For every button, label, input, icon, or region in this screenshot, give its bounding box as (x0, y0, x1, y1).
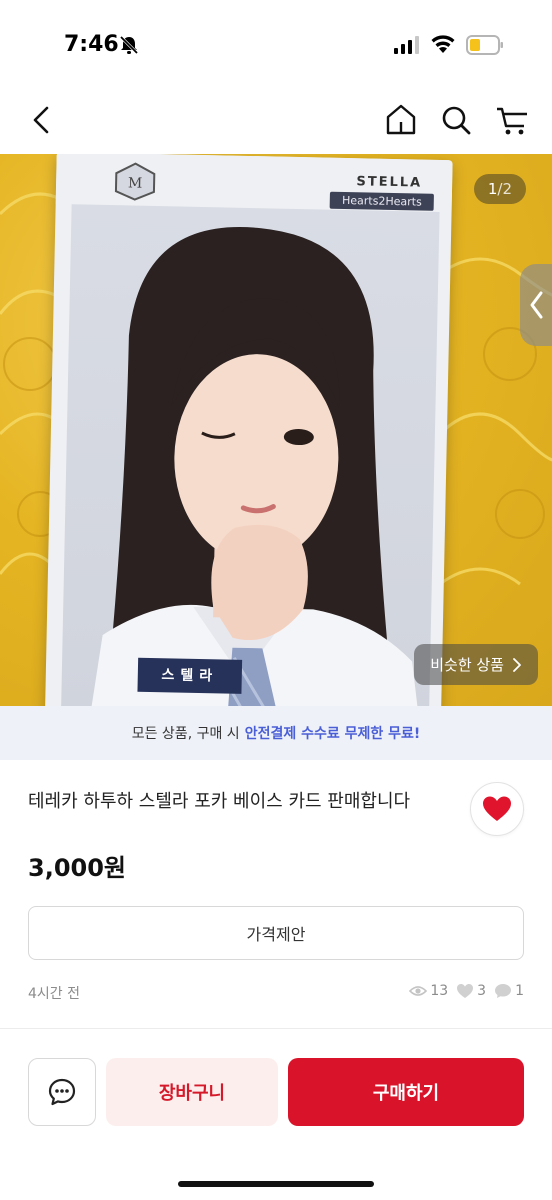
card-nametag: 스텔라 (137, 657, 243, 694)
chat-button[interactable] (28, 1058, 96, 1126)
svg-text:M: M (128, 175, 143, 191)
banner-highlight: 안전결제 수수료 무제한 무료! (244, 726, 421, 742)
chats-count: 1 (515, 983, 524, 999)
banner-text: 모든 상품, 구매 시 (131, 726, 240, 742)
chat-icon (48, 1078, 76, 1106)
wifi-icon (431, 35, 455, 53)
likes-stat: 3 (456, 983, 486, 999)
card-portrait: 스텔라 (59, 204, 440, 706)
photo-counter: 1/2 (473, 174, 526, 204)
product-title: 테레카 하투하 스텔라 포카 베이스 카드 판매합니다 (28, 791, 411, 812)
photocard-header: M STELLA Hearts2Hearts (55, 154, 453, 213)
photo-counter-current: 1 (487, 180, 498, 198)
card-group-name: Hearts2Hearts (329, 191, 434, 211)
chats-stat: 1 (494, 983, 524, 999)
add-to-cart-button[interactable]: 장바구니 (106, 1058, 278, 1126)
price-offer-button[interactable]: 가격제안 (28, 906, 524, 960)
photocard: M STELLA Hearts2Hearts 스텔라 (43, 154, 453, 706)
chat-bubble-icon (495, 984, 512, 998)
posted-time: 4시간 전 (28, 986, 80, 1002)
cellular-signal-icon (394, 36, 419, 54)
product-photo-carousel[interactable]: M STELLA Hearts2Hearts 스텔라 1/2 비슷한 상품 (0, 154, 552, 706)
side-panel-handle[interactable] (520, 264, 552, 346)
heart-outline-icon (457, 984, 474, 998)
eye-icon (409, 986, 428, 996)
card-logo-icon: M (114, 162, 156, 201)
views-stat: 13 (409, 983, 448, 999)
chevron-left-icon (530, 291, 543, 319)
search-icon[interactable] (438, 102, 474, 138)
card-member-name: STELLA (356, 174, 423, 191)
back-arrow-icon[interactable] (24, 102, 60, 138)
similar-products-button[interactable]: 비슷한 상품 (414, 644, 538, 685)
similar-products-label: 비슷한 상품 (430, 656, 504, 674)
like-button[interactable] (470, 782, 524, 836)
battery-icon (466, 35, 503, 55)
likes-count: 3 (477, 983, 487, 999)
status-time: 7:46 (64, 32, 119, 57)
buy-now-button[interactable]: 구매하기 (288, 1058, 524, 1126)
product-stats: 13 3 1 (409, 983, 524, 999)
section-divider (0, 1028, 552, 1029)
portrait-illustration (79, 227, 428, 706)
top-navigation (0, 90, 552, 154)
safe-payment-banner[interactable]: 모든 상품, 구매 시 안전결제 수수료 무제한 무료! (0, 706, 552, 760)
bell-off-icon (119, 35, 139, 55)
cart-icon[interactable] (494, 102, 530, 138)
views-count: 13 (430, 983, 449, 999)
product-price: 3,000원 (28, 854, 126, 882)
home-indicator[interactable] (178, 1181, 374, 1187)
home-icon[interactable] (383, 102, 419, 138)
photo-counter-total: /2 (497, 180, 512, 198)
chevron-right-icon (513, 657, 521, 672)
heart-icon (483, 796, 511, 821)
status-bar: 7:46 (0, 0, 552, 90)
